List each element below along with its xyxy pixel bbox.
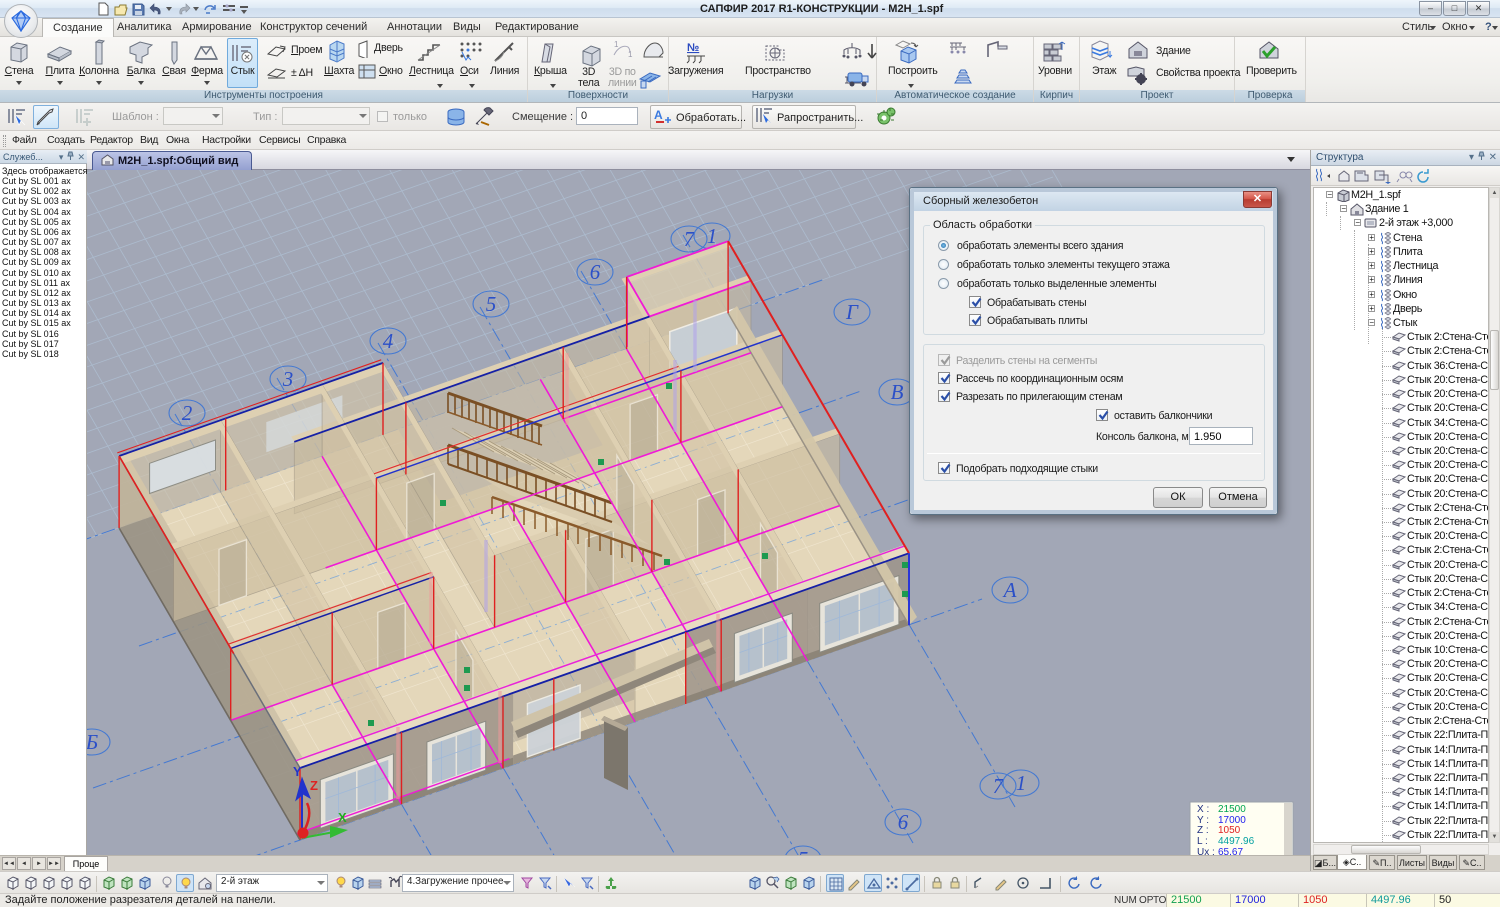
svg-text:Y: Y xyxy=(293,764,302,779)
svg-text:4497.96: 4497.96 xyxy=(1218,836,1255,847)
svg-text:5: 5 xyxy=(798,847,809,855)
svg-text:А: А xyxy=(654,108,663,122)
svg-text:5: 5 xyxy=(486,292,497,316)
svg-text:№: № xyxy=(687,42,699,54)
svg-text:1: 1 xyxy=(614,40,619,49)
svg-text:Z :: Z : xyxy=(1197,825,1209,836)
svg-text:1050: 1050 xyxy=(1218,825,1241,836)
svg-text:4: 4 xyxy=(383,329,394,353)
svg-text:Z: Z xyxy=(310,778,318,793)
svg-text:3: 3 xyxy=(282,367,294,391)
svg-text:В: В xyxy=(891,380,904,404)
svg-text:X: X xyxy=(338,810,347,825)
svg-text:65.67: 65.67 xyxy=(1218,847,1243,855)
svg-text:6: 6 xyxy=(590,260,601,284)
svg-text:Г: Г xyxy=(845,300,859,324)
svg-text:X :: X : xyxy=(1197,804,1209,815)
svg-text:1: 1 xyxy=(628,50,633,59)
svg-text:2: 2 xyxy=(182,401,193,425)
svg-text:А: А xyxy=(1002,578,1017,602)
svg-text:Ux :: Ux : xyxy=(1197,847,1215,855)
svg-text:1: 1 xyxy=(707,224,718,248)
svg-text:1: 1 xyxy=(1016,771,1027,795)
svg-text:L :: L : xyxy=(1197,836,1208,847)
svg-text:6: 6 xyxy=(898,810,909,834)
svg-text:21500: 21500 xyxy=(1218,804,1246,815)
svg-text:Б: Б xyxy=(87,730,98,754)
